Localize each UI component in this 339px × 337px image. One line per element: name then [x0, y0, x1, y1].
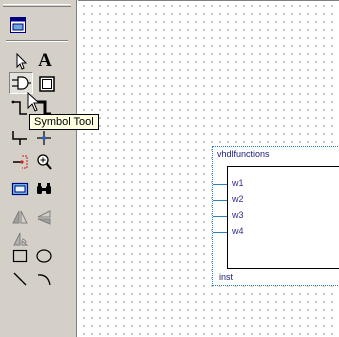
- zoom-tool-button[interactable]: [33, 151, 55, 173]
- tooltip: Symbol Tool: [29, 114, 99, 130]
- symbol-tool-icon: [12, 76, 31, 90]
- toolbar-separator: [6, 40, 68, 42]
- symbol-tool-button[interactable]: [9, 72, 33, 94]
- block-tool-icon: [39, 76, 55, 92]
- find-button[interactable]: [33, 178, 55, 200]
- text-tool-icon: A: [38, 50, 52, 71]
- oval-tool-button[interactable]: [33, 245, 55, 267]
- flip-horizontal-icon: [12, 210, 28, 224]
- flip-vertical-button[interactable]: [33, 206, 55, 228]
- pin-label: w4: [232, 226, 244, 236]
- full-screen-icon: [11, 182, 29, 196]
- line-tool-button[interactable]: [9, 268, 31, 290]
- floating-window-button[interactable]: [7, 14, 29, 36]
- conduit-tool-icon: [12, 131, 27, 145]
- conduit-tool-button[interactable]: [9, 127, 31, 149]
- line-tool-icon: [13, 272, 27, 286]
- selection-tool-icon: [16, 52, 28, 70]
- rectangle-tool-button[interactable]: [9, 245, 31, 267]
- full-screen-button[interactable]: [9, 178, 31, 200]
- mouse-pointer-icon: [27, 92, 41, 112]
- pin-line[interactable]: [213, 232, 227, 233]
- canvas-top-border: [78, 0, 339, 1]
- toolbar-grip[interactable]: [3, 4, 71, 7]
- rubberbanding-tool-button[interactable]: [9, 151, 31, 173]
- pin-line[interactable]: [213, 216, 227, 217]
- node-connector-tool-button[interactable]: [33, 127, 55, 149]
- pin-line[interactable]: [213, 200, 227, 201]
- pin-label: w1: [232, 178, 244, 188]
- find-icon: [37, 183, 51, 194]
- arc-tool-button[interactable]: [33, 268, 55, 290]
- pin-label: w2: [232, 194, 244, 204]
- instance-name: inst: [219, 272, 234, 282]
- pin-line[interactable]: [213, 184, 227, 185]
- vhdlfunctions-symbol[interactable]: vhdlfunctions w1 w2 w3 w4 inst: [212, 146, 339, 286]
- flip-vertical-icon: [37, 210, 51, 225]
- flip-horizontal-button[interactable]: [9, 206, 31, 228]
- node-connector-icon: [37, 131, 51, 145]
- block-editor-toolbar: A: [0, 0, 77, 337]
- text-tool-button[interactable]: A: [34, 50, 56, 72]
- pin-label: w3: [232, 210, 244, 220]
- rubberbanding-icon: [13, 155, 28, 169]
- selection-tool-button[interactable]: [10, 50, 32, 72]
- floating-window-icon: [10, 17, 26, 33]
- zoom-tool-icon: [37, 154, 52, 170]
- arc-tool-icon: [37, 274, 51, 286]
- symbol-name: vhdlfunctions: [217, 149, 270, 159]
- oval-tool-icon: [36, 249, 52, 263]
- rectangle-tool-icon: [12, 249, 28, 263]
